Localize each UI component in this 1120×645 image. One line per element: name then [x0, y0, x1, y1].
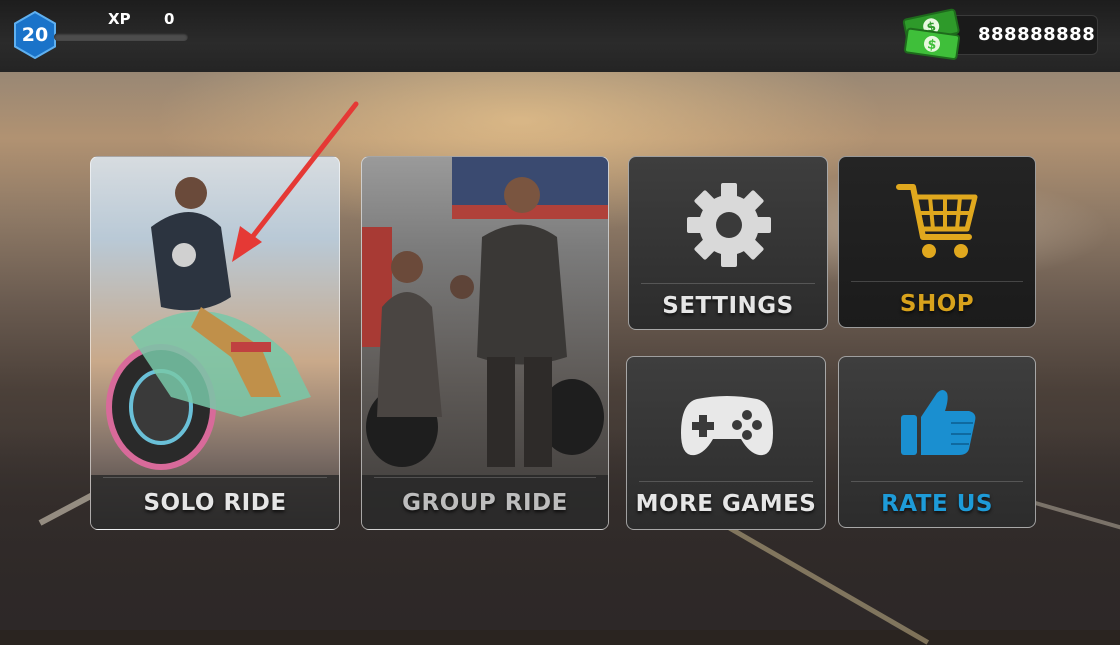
cash-amount: 888888888 [978, 24, 1096, 45]
gear-icon [687, 183, 771, 267]
settings-label: SETTINGS [662, 293, 794, 319]
top-hud-bar: 20 XP 0 $ $ 888888888 [0, 0, 1120, 72]
cash-bills-icon: $ $ [902, 8, 961, 60]
settings-button[interactable]: SETTINGS [628, 156, 828, 330]
shop-button[interactable]: SHOP [838, 156, 1036, 328]
divider [639, 481, 813, 482]
solo-ride-button[interactable]: SOLO RIDE [90, 156, 340, 530]
solo-ride-label: SOLO RIDE [143, 490, 287, 516]
group-ride-button[interactable]: GROUP RIDE [361, 156, 609, 530]
shop-label: SHOP [899, 291, 975, 317]
solo-rider-image [106, 177, 311, 470]
divider [851, 281, 1023, 282]
thumbs-up-icon [901, 390, 976, 455]
xp-progress-bar [54, 33, 188, 41]
rate-us-label: RATE US [881, 491, 993, 517]
player-level: 20 [21, 24, 49, 46]
divider [851, 481, 1023, 482]
divider [374, 477, 596, 478]
shopping-cart-icon [896, 184, 978, 258]
more-games-button[interactable]: MORE GAMES [626, 356, 826, 530]
more-games-label: MORE GAMES [635, 491, 817, 517]
divider [641, 283, 815, 284]
rate-us-button[interactable]: RATE US [838, 356, 1036, 528]
group-riders-image [362, 157, 608, 467]
divider [103, 477, 327, 478]
group-ride-label: GROUP RIDE [402, 490, 568, 516]
xp-value: 0 [164, 10, 175, 28]
xp-label: XP [108, 10, 131, 28]
gamepad-icon [681, 396, 773, 456]
